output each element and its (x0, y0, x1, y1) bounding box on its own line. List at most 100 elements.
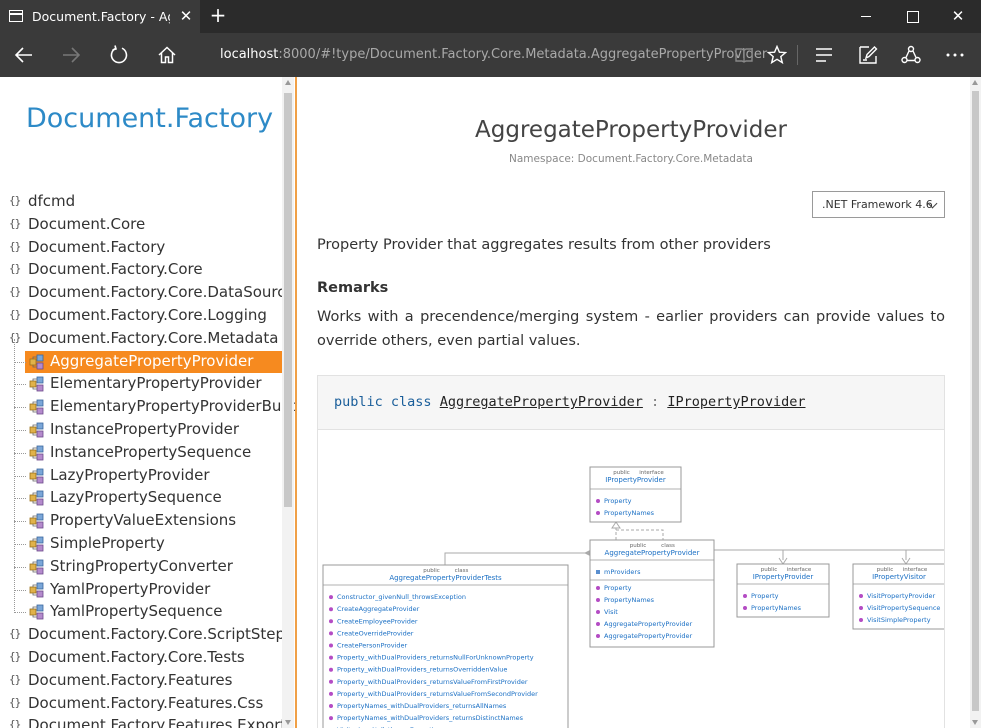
tree-guide (14, 521, 26, 523)
tree-class-item[interactable]: SimpleProperty (0, 533, 285, 555)
scrollbar-thumb[interactable] (284, 93, 292, 507)
tree-class-item[interactable]: LazyPropertySequence (0, 487, 285, 509)
tree-class-item[interactable]: AggregatePropertyProvider (0, 350, 285, 373)
tree-class-item[interactable]: ElementaryPropertyProvider (0, 373, 285, 395)
refresh-button[interactable] (103, 39, 135, 71)
method-icon (596, 511, 600, 515)
code-class-link[interactable]: AggregatePropertyProvider (440, 394, 643, 410)
tree-class-item[interactable]: PropertyValueExtensions (0, 510, 285, 532)
scroll-up-icon[interactable] (972, 80, 978, 85)
minimize-button[interactable] (843, 0, 889, 33)
tree-guide-line (14, 338, 15, 614)
class-box-name: IPropertyProvider (605, 476, 666, 484)
tree-item-label: LazyPropertySequence (50, 488, 222, 507)
toolbar-divider (797, 45, 798, 65)
class-icon (29, 490, 44, 506)
tree-namespace-item[interactable]: {} Document.Factory.Core.Metadata (0, 328, 285, 350)
method-icon (329, 607, 333, 612)
diagram-member: VisitPropertySequence (867, 604, 940, 612)
main-scrollbar[interactable] (970, 77, 981, 728)
forward-button[interactable] (55, 39, 87, 71)
back-button[interactable] (8, 39, 40, 71)
class-icon (29, 604, 44, 620)
tree-class-item[interactable]: LazyPropertyProvider (0, 465, 285, 487)
method-icon (596, 622, 600, 626)
tree-class-item[interactable]: YamlPropertySequence (0, 601, 285, 623)
remarks-text: Works with a precendence/merging system … (317, 309, 945, 349)
diagram-member: CreatePersonProvider (337, 642, 408, 650)
scroll-down-icon[interactable] (972, 720, 978, 725)
close-tab-icon[interactable]: ✕ (178, 7, 194, 25)
method-icon (596, 499, 600, 503)
tree-item-label: Document.Factory.Features.Css (28, 693, 264, 712)
reading-view-button[interactable] (728, 39, 760, 71)
code-interface-link[interactable]: IPropertyProvider (667, 394, 805, 410)
tree-namespace-item[interactable]: {} Document.Factory.Features (0, 670, 285, 692)
class-icon (29, 354, 44, 369)
window-close-button[interactable]: ✕ (935, 0, 981, 33)
share-button[interactable] (895, 39, 927, 71)
code-colon: : (651, 394, 660, 410)
tree-namespace-item[interactable]: {} Document.Factory.Core.Logging (0, 305, 285, 327)
scroll-down-icon[interactable] (285, 720, 291, 725)
home-button[interactable] (151, 39, 183, 71)
tree-namespace-item[interactable]: {} Document.Factory.Core.ScriptSteps (0, 624, 293, 646)
diagram-member: Property (751, 592, 779, 600)
tree-namespace-item[interactable]: {} Document.Factory (0, 237, 285, 259)
back-arrow-icon (14, 47, 32, 63)
tree-class-item[interactable]: ElementaryPropertyProviderBuilder (0, 396, 295, 418)
tree-guide (14, 589, 26, 591)
web-note-icon (859, 46, 878, 64)
diagram-connector (615, 522, 664, 540)
method-icon (859, 606, 863, 610)
method-icon (596, 610, 600, 614)
tab-title: Document.Factory - Agg (32, 9, 170, 24)
web-note-button[interactable] (852, 39, 884, 71)
browser-tab[interactable]: Document.Factory - Agg ✕ (0, 0, 200, 33)
namespace-icon: {} (9, 216, 21, 230)
diagram-member: PropertyNames_withDualProviders_returnsA… (337, 702, 507, 710)
tree-class-item[interactable]: StringPropertyConverter (0, 556, 285, 578)
diagram-member: PropertyNames_withDualProviders_returnsD… (337, 714, 524, 722)
diagram-member: Property_withDualProviders_returnsValueF… (337, 678, 528, 686)
tree-class-item[interactable]: YamlPropertyProvider (0, 579, 285, 601)
tree-namespace-item[interactable]: {} Document.Factory.Core.DataSource (0, 282, 295, 304)
namespace-label: Namespace: Document.Factory.Core.Metadat… (509, 153, 753, 165)
diagram-connector (782, 550, 907, 560)
tree-guide (14, 384, 26, 386)
tree-class-item[interactable]: InstancePropertyProvider (0, 419, 285, 441)
address-bar[interactable]: localhost:8000/#!type/Document.Factory.C… (203, 41, 767, 69)
tree-guide (14, 452, 26, 454)
maximize-button[interactable] (889, 0, 935, 33)
scroll-up-icon[interactable] (285, 80, 291, 85)
framework-select[interactable]: .NET Framework 4.6 (812, 191, 945, 218)
tree-namespace-item[interactable]: {} Document.Core (0, 214, 285, 236)
diagram-member: CreateAggregateProvider (337, 605, 420, 613)
sidebar-scrollbar[interactable] (282, 77, 294, 728)
method-icon (329, 643, 333, 648)
favorite-button[interactable] (761, 39, 793, 71)
page-title: AggregatePropertyProvider (475, 117, 787, 143)
new-tab-button[interactable]: + (207, 5, 229, 27)
namespace-icon: {} (9, 650, 21, 663)
site-title[interactable]: Document.Factory (26, 103, 273, 134)
scrollbar-thumb[interactable] (972, 91, 979, 711)
tree-namespace-item[interactable]: {} dfcmd (0, 191, 285, 213)
class-diagram-svg: public interfaceIPropertyProviderProperty… (322, 466, 944, 728)
diagram-connector (444, 552, 590, 565)
hub-button[interactable] (808, 39, 840, 71)
tree-class-item[interactable]: InstancePropertySequence (0, 442, 285, 464)
tree-item-label: InstancePropertySequence (50, 442, 252, 461)
more-button[interactable] (939, 39, 971, 71)
method-icon (596, 634, 600, 638)
tree-namespace-item[interactable]: {} Document.Factory.Features.Css (0, 693, 285, 715)
tree-guide (14, 430, 26, 431)
tree-namespace-item[interactable]: {} Document.Factory.Core (0, 259, 285, 281)
namespace-icon: {} (9, 627, 21, 641)
tree-item-label: YamlPropertySequence (50, 602, 223, 621)
reading-view-icon (735, 48, 753, 63)
star-icon (767, 45, 787, 65)
tree-namespace-item[interactable]: {} Document.Factory.Core.Tests (0, 647, 285, 669)
tree-namespace-item[interactable]: {} Document.Factory.Features.Export (0, 715, 286, 728)
class-diagram: public interface IPropertyProvider Property… (317, 429, 945, 728)
